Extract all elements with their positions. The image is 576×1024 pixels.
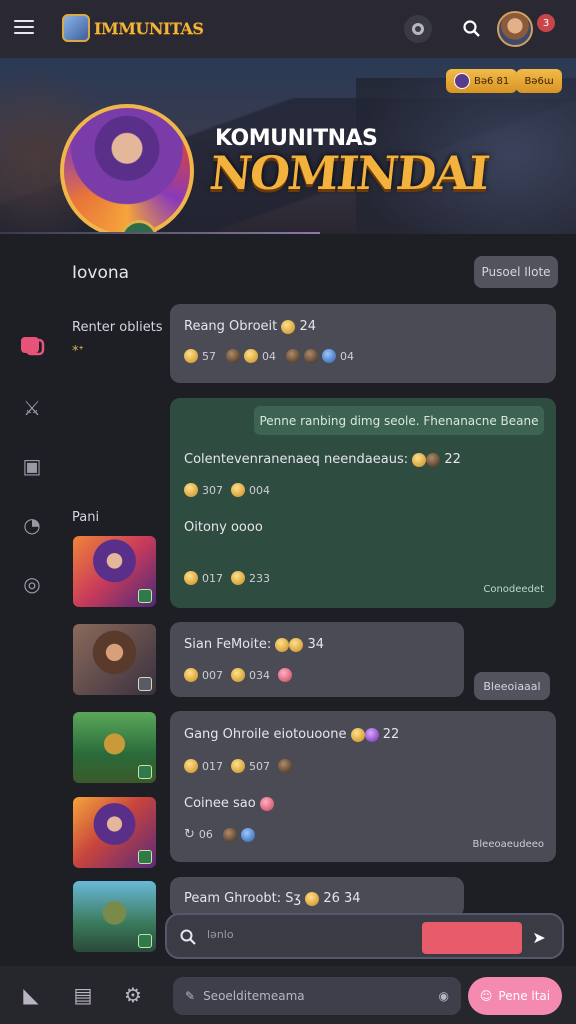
message-card-highlighted[interactable]: Penne ranbing dimg seole. Fhenanacne Bea… <box>170 398 556 608</box>
section-action-button[interactable]: Pusoel Ilote <box>474 256 558 288</box>
logo-icon <box>62 14 90 42</box>
renter-label: Renter obliets <box>72 320 163 335</box>
currency-value: Bǝ6 81 <box>474 75 510 87</box>
message-card[interactable]: Sian FeMoite: 34 007 034 <box>170 622 464 697</box>
home-icon[interactable]: ◣ <box>18 982 44 1008</box>
meta-value: 04 <box>340 349 354 363</box>
message-title: Colentevenranenaeq neendaeaus: <box>184 452 409 467</box>
gem-icon <box>454 73 470 89</box>
section-title: Iovona <box>72 263 130 283</box>
bottom-bar: ◣ ▤ ⚙ ✎ Seoelditemeama ◉ ☺ Pene ltai <box>0 966 576 1024</box>
mic-icon[interactable]: ◉ <box>439 989 449 1003</box>
meta-value: 007 <box>202 668 223 682</box>
message-title: Peam Ghroobt: Sʒ <box>184 891 302 906</box>
sidebar-item-settings[interactable]: ◎ <box>18 570 46 598</box>
message-count: 26 34 <box>323 891 361 906</box>
search-input[interactable]: Seoelditemeama <box>203 989 430 1003</box>
chat-icon <box>21 337 45 356</box>
pani-label: Pani <box>72 510 100 525</box>
sidebar-item-chat[interactable] <box>18 332 46 360</box>
list-thumbnail[interactable] <box>73 881 156 952</box>
inbox-icon[interactable]: ▤ <box>70 982 96 1008</box>
message-count: 34 <box>307 637 325 652</box>
divider <box>0 232 320 234</box>
message-count: 22 <box>444 452 461 467</box>
list-thumbnail[interactable] <box>73 624 156 695</box>
hero-title: NOMINDAI <box>207 146 491 200</box>
app-logo[interactable]: IMMUNITAS <box>62 14 204 42</box>
meta-value: 507 <box>249 759 270 773</box>
message-count: 22 <box>382 727 400 742</box>
message-title: Gang Ohroile eiotouoone <box>184 727 347 742</box>
gear-icon[interactable]: ⚙ <box>120 982 146 1008</box>
search-icon[interactable] <box>458 15 486 43</box>
message-footer: Bleeoaeudeeo <box>472 839 544 850</box>
message-title: Sian FeMoite: <box>184 637 272 652</box>
sidebar-item-game[interactable]: ⚔ <box>18 394 46 422</box>
message-sub: Oitony oooo <box>184 520 263 535</box>
message-card[interactable]: Gang Ohroile eiotouoone 22 017 507 Coine… <box>170 711 556 862</box>
search-field[interactable]: ✎ Seoelditemeama ◉ <box>173 977 461 1015</box>
meta-value: 57 <box>202 349 216 363</box>
compose-bar[interactable]: lǝnlo ➤ <box>165 913 564 959</box>
rank-pill[interactable]: Bǝ6ɯ <box>516 69 562 93</box>
compose-action-area[interactable] <box>422 922 522 954</box>
user-avatar[interactable] <box>497 11 533 47</box>
cta-button[interactable]: ☺ Pene ltai <box>468 977 562 1015</box>
currency-pill[interactable]: Bǝ6 81 <box>446 69 518 93</box>
message-sub: Coinee sao <box>184 796 256 811</box>
swords-icon: ⚔ <box>23 396 41 420</box>
list-thumbnail[interactable] <box>73 536 156 607</box>
meta-value: 307 <box>202 483 223 497</box>
meta-value: 017 <box>202 759 223 773</box>
smile-icon: ☺ <box>479 989 493 1003</box>
compose-input[interactable]: lǝnlo <box>207 928 234 941</box>
meta-value: 034 <box>249 668 270 682</box>
meta-value: 233 <box>249 571 270 585</box>
search-icon <box>180 929 196 945</box>
cta-label: Pene ltai <box>498 989 551 1003</box>
top-bar: IMMUNITAS 3 <box>0 0 576 58</box>
spiral-icon: ◎ <box>23 572 41 596</box>
app-title: IMMUNITAS <box>94 18 204 38</box>
message-title: Reang Obroeit <box>184 319 278 334</box>
meta-value: 017 <box>202 571 223 585</box>
list-thumbnail[interactable] <box>73 712 156 783</box>
meta-value: 06 <box>198 828 213 841</box>
renter-sub: *ᐩ <box>72 344 84 359</box>
chest-icon: ▣ <box>22 454 42 478</box>
menu-icon[interactable] <box>14 16 44 42</box>
meta-value: 04 <box>262 349 276 363</box>
message-count: 24 <box>299 319 317 334</box>
hero-banner: Bǝ6 81 Bǝ6ɯ ✓ KOMUNITNAS NOMINDAI <box>0 58 576 234</box>
sidebar-item-timer[interactable]: ◔ <box>18 511 46 539</box>
meta-value: 004 <box>249 483 270 497</box>
record-icon[interactable] <box>404 15 432 43</box>
send-icon[interactable]: ➤ <box>524 922 554 952</box>
hero-avatar <box>60 104 194 234</box>
pen-icon: ✎ <box>185 989 196 1003</box>
message-card[interactable]: Peam Ghroobt: Sʒ 26 34 <box>170 877 464 917</box>
notification-badge[interactable]: 3 <box>537 14 555 32</box>
message-banner: Penne ranbing dimg seole. Fhenanacne Bea… <box>254 406 544 435</box>
message-side-button[interactable]: Bleeoiaaal <box>474 672 550 700</box>
message-card[interactable]: Reang Obroeit 24 57 04 04 <box>170 304 556 383</box>
timer-icon: ◔ <box>23 513 41 537</box>
list-thumbnail[interactable] <box>73 797 156 868</box>
coin-icon <box>281 319 296 334</box>
sidebar-item-shop[interactable]: ▣ <box>18 452 46 480</box>
message-footer: Conodeedet <box>483 584 544 595</box>
rank-value: Bǝ6ɯ <box>524 75 554 87</box>
